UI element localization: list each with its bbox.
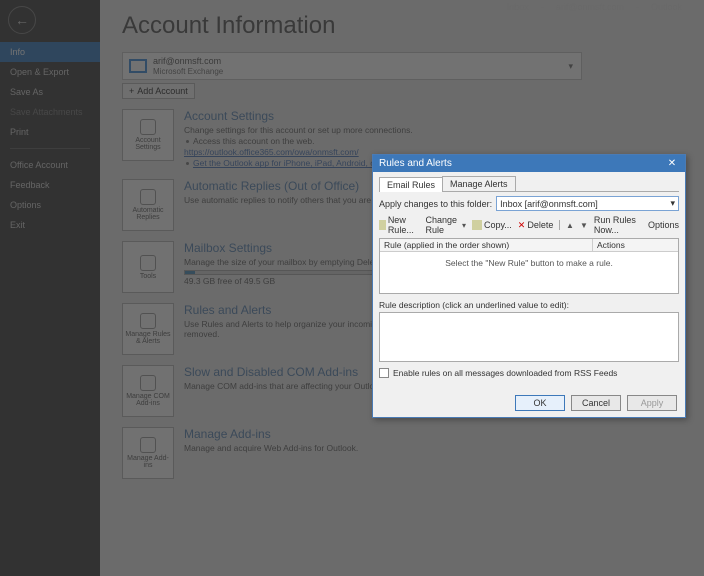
account-email: arif@onmsft.com xyxy=(153,56,223,67)
ok-button[interactable]: OK xyxy=(515,395,565,411)
title-bar: Inbox - arif@onmsft.com - Outlook xyxy=(485,0,704,18)
title-app: Outlook xyxy=(651,2,682,16)
globe-icon xyxy=(140,437,156,453)
copy-rule-button[interactable]: Copy... xyxy=(472,220,512,230)
rules-table: Rule (applied in the order shown) Action… xyxy=(379,238,679,294)
col-rule: Rule (applied in the order shown) xyxy=(380,239,593,251)
dialog-title: Rules and Alerts xyxy=(379,158,452,169)
account-selector[interactable]: arif@onmsft.com Microsoft Exchange ▾ xyxy=(122,52,582,80)
tile-automatic-replies[interactable]: Automatic Replies xyxy=(122,179,174,231)
addin-icon xyxy=(140,375,156,391)
tile-com-addins[interactable]: Manage COM Add-ins xyxy=(122,365,174,417)
tile-rules-alerts[interactable]: Manage Rules & Alerts xyxy=(122,303,174,355)
header-manage-addins: Manage Add-ins xyxy=(184,427,682,441)
dialog-titlebar[interactable]: Rules and Alerts ✕ xyxy=(373,155,685,172)
nav-print[interactable]: Print xyxy=(0,122,100,142)
apply-folder-label: Apply changes to this folder: xyxy=(379,199,492,209)
nav-feedback[interactable]: Feedback xyxy=(0,175,100,195)
nav-office-account[interactable]: Office Account xyxy=(0,155,100,175)
title-account: arif@onmsft.com xyxy=(556,2,624,16)
copy-icon xyxy=(472,220,482,230)
reply-icon xyxy=(140,189,156,205)
rules-and-alerts-dialog: Rules and Alerts ✕ Email Rules Manage Al… xyxy=(372,154,686,418)
rules-icon xyxy=(140,313,156,329)
tile-tools[interactable]: Tools xyxy=(122,241,174,293)
arrow-left-icon: ← xyxy=(15,12,29,28)
person-icon xyxy=(140,119,156,135)
rules-empty-message: Select the "New Rule" button to make a r… xyxy=(380,252,678,274)
delete-rule-button[interactable]: ✕Delete xyxy=(518,220,554,231)
move-up-button[interactable]: ▲ xyxy=(566,221,574,230)
backstage-sidebar: ← Info Open & Export Save As Save Attach… xyxy=(0,0,100,576)
tab-manage-alerts[interactable]: Manage Alerts xyxy=(442,176,516,191)
nav-options[interactable]: Options xyxy=(0,195,100,215)
rule-description-label: Rule description (click an underlined va… xyxy=(379,300,679,310)
cancel-button[interactable]: Cancel xyxy=(571,395,621,411)
tile-account-settings[interactable]: Account Settings xyxy=(122,109,174,161)
storage-bar xyxy=(184,270,384,275)
options-button[interactable]: Options xyxy=(648,220,679,230)
rules-toolbar: New Rule... Change Rule▾ Copy... ✕Delete… xyxy=(379,215,679,235)
plus-icon: + xyxy=(129,86,134,96)
nav-exit[interactable]: Exit xyxy=(0,215,100,235)
nav-info[interactable]: Info xyxy=(0,42,100,62)
new-icon xyxy=(379,220,386,230)
back-button[interactable]: ← xyxy=(8,6,36,34)
rss-checkbox[interactable] xyxy=(379,368,389,378)
owa-link[interactable]: https://outlook.office365.com/owa/onmsft… xyxy=(184,147,359,157)
nav-save-as[interactable]: Save As xyxy=(0,82,100,102)
nav-save-attachments: Save Attachments xyxy=(0,102,100,122)
tile-manage-addins[interactable]: Manage Add-ins xyxy=(122,427,174,479)
header-account-settings: Account Settings xyxy=(184,109,682,123)
tools-icon xyxy=(140,255,156,271)
title-folder: Inbox xyxy=(507,2,529,16)
account-type: Microsoft Exchange xyxy=(153,67,223,77)
rule-description-box xyxy=(379,312,679,362)
apply-button: Apply xyxy=(627,395,677,411)
chevron-down-icon: ▾ xyxy=(568,61,573,72)
move-down-button[interactable]: ▼ xyxy=(580,221,588,230)
tab-email-rules[interactable]: Email Rules xyxy=(379,177,443,192)
change-rule-button[interactable]: Change Rule▾ xyxy=(425,215,465,235)
add-account-button[interactable]: + Add Account xyxy=(122,83,195,99)
close-icon[interactable]: ✕ xyxy=(665,158,679,169)
apply-folder-select[interactable]: Inbox [arif@onmsft.com] ▾ xyxy=(496,196,679,211)
chevron-down-icon: ▾ xyxy=(670,198,675,209)
run-rules-button[interactable]: Run Rules Now... xyxy=(594,215,642,235)
col-actions: Actions xyxy=(593,239,678,251)
mail-icon xyxy=(129,59,147,73)
new-rule-button[interactable]: New Rule... xyxy=(379,215,419,235)
nav-open-export[interactable]: Open & Export xyxy=(0,62,100,82)
rss-label: Enable rules on all messages downloaded … xyxy=(393,368,617,378)
